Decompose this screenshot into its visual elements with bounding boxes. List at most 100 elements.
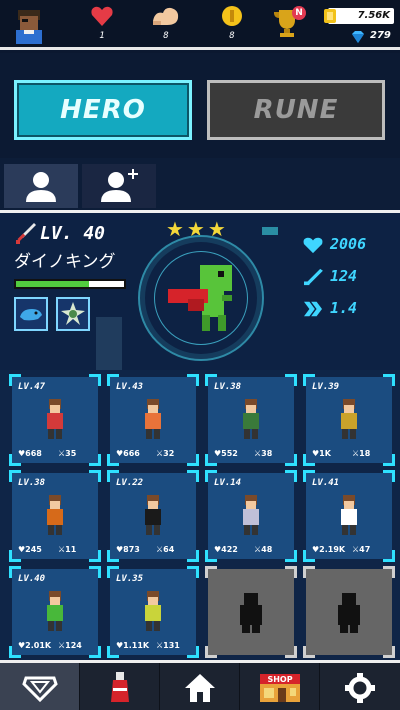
player-avatar[interactable]	[12, 6, 46, 44]
coin-value: 8	[229, 31, 235, 41]
lives-stat: 1	[82, 4, 122, 41]
hero-attack-value: 124	[330, 267, 358, 285]
gem-counter: 279	[350, 29, 391, 48]
strength-value: 8	[163, 31, 169, 41]
hero-card-attack: 47	[352, 545, 370, 554]
hero-card[interactable]: LV.39 1K 18	[303, 374, 395, 466]
hero-name: ダイノキング	[14, 252, 116, 272]
locked-hero-card[interactable]	[303, 566, 395, 658]
sub-tabs	[0, 158, 400, 210]
hero-card-level: LV.43	[116, 382, 144, 392]
user-icon	[26, 172, 56, 202]
hero-emblem-icon	[21, 676, 58, 702]
lives-value: 1	[99, 31, 105, 41]
hero-card[interactable]: LV.35 1.11K 131	[107, 566, 199, 658]
shop-label: SHOP	[267, 675, 292, 684]
card-corner-bracket	[285, 454, 297, 466]
card-corner-bracket	[383, 566, 395, 578]
potion-icon	[110, 672, 129, 702]
locked-hero-silhouette	[240, 593, 262, 633]
hero-card-attack: 48	[254, 545, 272, 554]
card-corner-bracket	[89, 566, 101, 578]
sword-icon	[304, 268, 323, 285]
hero-card-attack: 32	[156, 449, 174, 458]
sword-icon	[16, 223, 36, 244]
tab-add-friend[interactable]	[82, 164, 156, 208]
tab-hero[interactable]: HERO	[14, 80, 192, 140]
hero-hp-stat: 2006	[302, 235, 366, 254]
card-corner-bracket	[187, 550, 199, 562]
spike-skill-icon	[61, 302, 85, 325]
hero-sprite	[243, 399, 259, 439]
hero-level: LV. 40	[40, 223, 106, 244]
nav-shop[interactable]: SHOP	[240, 663, 320, 710]
hero-card-hp: 668	[18, 449, 42, 458]
hero-card-attack: 18	[352, 449, 370, 458]
gem-value: 279	[370, 30, 391, 41]
hero-card-hp: 245	[18, 545, 42, 554]
gear-icon	[345, 673, 375, 703]
hero-card-attack: 124	[58, 641, 82, 650]
card-corner-bracket	[187, 566, 199, 578]
dino-king-sprite	[168, 265, 232, 331]
hero-attack-stat: 124	[302, 267, 357, 286]
card-corner-bracket	[89, 550, 101, 562]
skill-slot-2[interactable]	[56, 297, 90, 331]
card-corner-bracket	[303, 566, 315, 578]
hero-card[interactable]: LV.47 668 35	[9, 374, 101, 466]
card-corner-bracket	[187, 374, 199, 386]
hero-card-attack: 131	[156, 641, 180, 650]
hero-portrait-ring	[138, 235, 264, 361]
hero-card-hp: 552	[214, 449, 238, 458]
hero-sprite	[145, 495, 161, 535]
hero-card-attack: 64	[156, 545, 174, 554]
hero-hp-value: 2006	[330, 235, 367, 253]
tab-rune[interactable]: RUNE	[207, 80, 385, 140]
tab-my-heroes[interactable]	[4, 164, 78, 208]
nav-settings[interactable]	[320, 663, 400, 710]
hero-card-level: LV.39	[312, 382, 340, 392]
hero-card-level: LV.47	[18, 382, 46, 392]
hero-speed-value: 1.4	[330, 299, 358, 317]
hero-card-hp: 1.11K	[116, 641, 149, 650]
heart-icon	[91, 6, 113, 27]
hero-sprite	[243, 495, 259, 535]
skill-slot-1[interactable]	[14, 297, 48, 331]
xp-bar-fill	[16, 281, 90, 287]
hero-card-attack: 38	[254, 449, 272, 458]
decoration-tag	[262, 227, 278, 235]
hero-detail-panel: LV. 40 ダイノキング ★★★ 2006 124 1.4	[0, 210, 400, 371]
hero-card-level: LV.40	[18, 574, 46, 584]
hero-card[interactable]: LV.38 245 11	[9, 470, 101, 562]
hero-card[interactable]: LV.38 552 38	[205, 374, 297, 466]
hero-sprite	[341, 399, 357, 439]
notification-badge: N	[292, 6, 306, 20]
hero-card[interactable]: LV.43 666 32	[107, 374, 199, 466]
gem-icon	[352, 31, 364, 43]
card-corner-bracket	[383, 374, 395, 386]
card-corner-bracket	[383, 454, 395, 466]
card-corner-bracket	[89, 470, 101, 482]
locked-hero-card[interactable]	[205, 566, 297, 658]
double-chevron-icon	[304, 301, 322, 316]
card-corner-bracket	[303, 646, 315, 658]
gold-bar-icon	[324, 9, 336, 23]
hero-card-attack: 35	[58, 449, 76, 458]
hero-sprite	[47, 399, 63, 439]
hero-card-level: LV.38	[214, 382, 242, 392]
hero-card[interactable]: LV.40 2.01K 124	[9, 566, 101, 658]
card-corner-bracket	[285, 470, 297, 482]
card-corner-bracket	[285, 374, 297, 386]
nav-home[interactable]	[160, 663, 240, 710]
nav-potions[interactable]	[80, 663, 160, 710]
hero-card-level: LV.38	[18, 478, 46, 488]
hero-card[interactable]: LV.41 2.19K 47	[303, 470, 395, 562]
home-icon	[184, 674, 215, 702]
hero-sprite	[145, 399, 161, 439]
heart-icon	[303, 237, 323, 253]
strength-stat: 8	[146, 4, 186, 41]
hero-card[interactable]: LV.22 873 64	[107, 470, 199, 562]
nav-heroes[interactable]	[0, 663, 80, 710]
card-corner-bracket	[285, 566, 297, 578]
hero-card[interactable]: LV.14 422 48	[205, 470, 297, 562]
